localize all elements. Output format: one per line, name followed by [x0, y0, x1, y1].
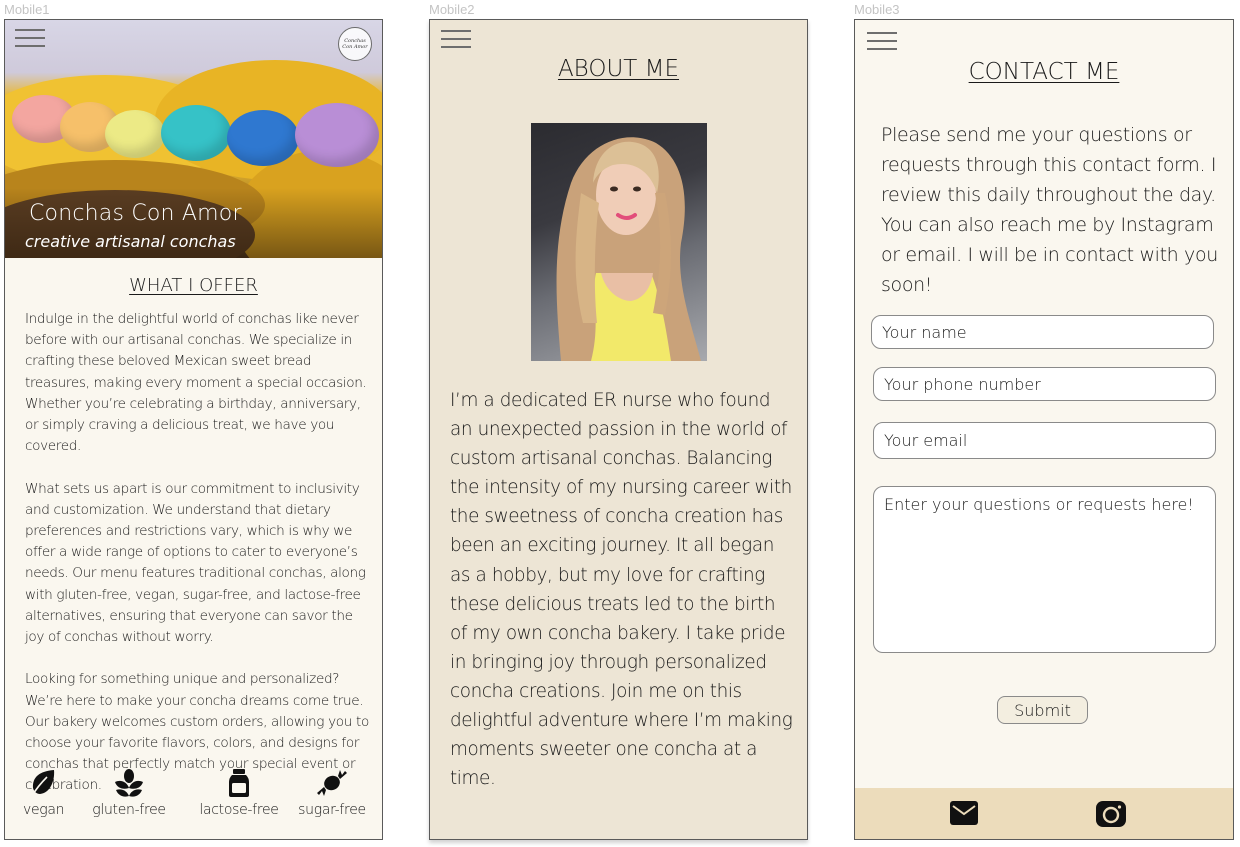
- candy-icon: [297, 768, 367, 798]
- footer-bar: [855, 788, 1233, 839]
- diet-option-sugar-free: sugar-free: [297, 768, 367, 818]
- instagram-icon[interactable]: [1095, 800, 1127, 832]
- message-textarea[interactable]: [873, 486, 1216, 653]
- about-bio: I’m a dedicated ER nurse who found an un…: [450, 390, 793, 790]
- offer-description: Indulge in the delightful world of conch…: [25, 309, 370, 818]
- diet-label: sugar-free: [298, 802, 366, 818]
- section-title-contact-me: CONTACT ME: [968, 59, 1120, 85]
- brand-logo[interactable]: Conchas Con Amor: [338, 27, 372, 61]
- frame-label-mobile2: Mobile2: [429, 2, 475, 17]
- hero-subtitle: creative artisanal conchas: [25, 232, 236, 251]
- submit-button[interactable]: Submit: [997, 696, 1088, 724]
- milk-jar-icon: [199, 768, 279, 798]
- wheat-icon: [91, 768, 167, 798]
- section-title-about-me: ABOUT ME: [557, 56, 680, 82]
- offer-paragraph: Indulge in the delightful world of conch…: [25, 311, 367, 455]
- diet-option-gluten-free: gluten-free: [91, 768, 167, 818]
- mobile3-frame: CONTACT ME Please send me your questions…: [854, 19, 1234, 840]
- diet-label: lactose-free: [199, 802, 279, 818]
- leaf-icon: [23, 768, 63, 798]
- menu-icon[interactable]: [867, 32, 897, 52]
- section-title-what-i-offer: WHAT I OFFER: [129, 275, 258, 296]
- diet-option-lactose-free: lactose-free: [199, 768, 279, 818]
- dietary-options: vegan gluten-free lactose-free sugar-fre…: [5, 768, 382, 823]
- diet-label: vegan: [23, 802, 65, 818]
- mail-icon[interactable]: [949, 800, 979, 830]
- profile-photo: [531, 123, 707, 361]
- logo-text: Conchas Con Amor: [342, 38, 368, 50]
- menu-icon[interactable]: [441, 30, 471, 50]
- frame-label-mobile1: Mobile1: [4, 2, 50, 17]
- diet-label: gluten-free: [92, 802, 166, 818]
- email-input[interactable]: [873, 422, 1216, 459]
- mobile1-frame: Conchas Con Amor creative artisanal conc…: [4, 19, 383, 840]
- hero-title: Conchas Con Amor: [29, 201, 242, 226]
- name-input[interactable]: [871, 315, 1214, 349]
- mobile2-frame: ABOUT ME I’m a dedicated ER nurse who fo…: [429, 19, 808, 840]
- menu-icon[interactable]: [15, 29, 45, 49]
- frame-label-mobile3: Mobile3: [854, 2, 900, 17]
- phone-input[interactable]: [873, 367, 1216, 401]
- diet-option-vegan: vegan: [23, 768, 65, 818]
- contact-intro-text: Please send me your questions or request…: [881, 124, 1218, 296]
- hero-image: Conchas Con Amor creative artisanal conc…: [5, 20, 382, 258]
- offer-paragraph: What sets us apart is our commitment to …: [25, 480, 366, 646]
